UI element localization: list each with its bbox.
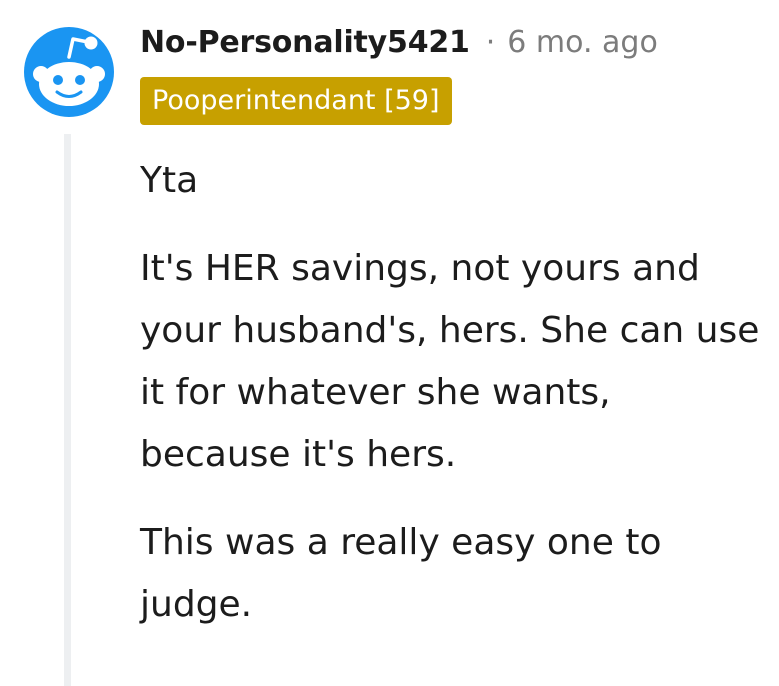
comment-paragraph: It's HER savings, not yours and your hus… <box>140 248 760 475</box>
comment-paragraph: Yta <box>140 160 199 201</box>
user-avatar[interactable] <box>24 27 114 117</box>
comment-paragraph: This was a really easy one to judge. <box>140 522 662 625</box>
meta-separator: · <box>485 24 496 60</box>
author-username[interactable]: No-Personality5421 <box>140 25 470 60</box>
comment-body: Yta It's HER savings, not yours and your… <box>140 150 770 662</box>
comment-meta: No-Personality5421 · 6 mo. ago <box>140 20 658 64</box>
snoo-avatar-icon <box>33 36 105 106</box>
thread-collapse-line[interactable] <box>64 134 71 686</box>
comment-timestamp[interactable]: 6 mo. ago <box>507 25 658 60</box>
user-flair: Pooperintendant [59] <box>140 77 452 125</box>
comment: No-Personality5421 · 6 mo. ago Pooperint… <box>0 0 779 686</box>
